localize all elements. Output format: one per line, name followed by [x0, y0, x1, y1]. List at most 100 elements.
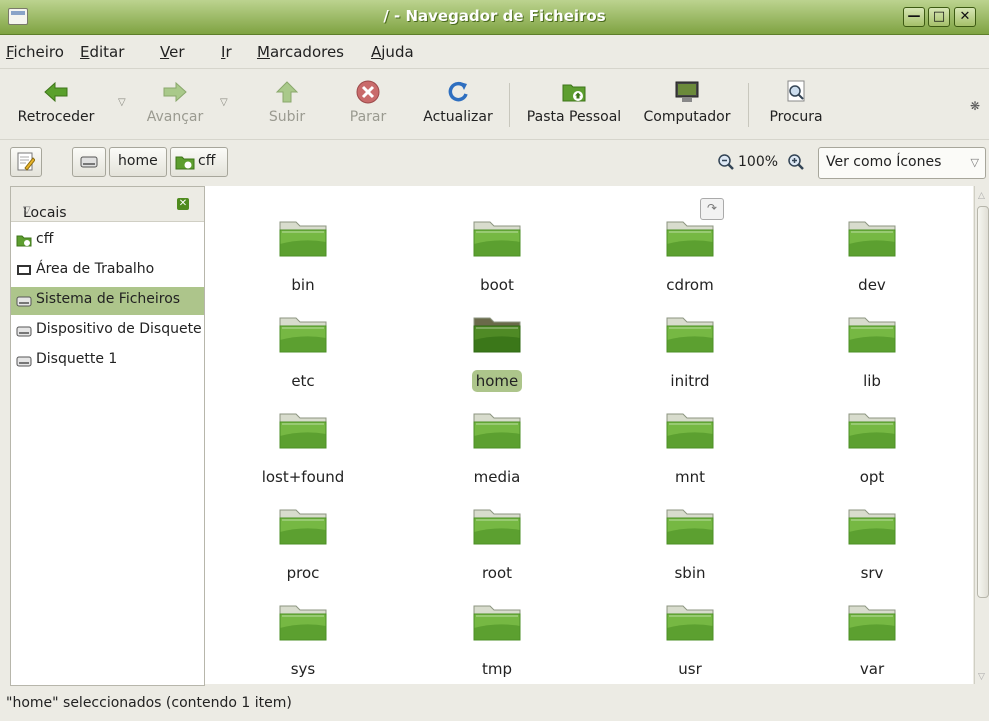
menu-label: r: [225, 43, 232, 61]
menu-ver[interactable]: Ver: [160, 43, 185, 61]
sidebar-item-label: Disquette 1: [36, 351, 118, 367]
folder-item[interactable]: opt: [797, 382, 947, 486]
view-mode-label: Ver como Ícones: [826, 154, 942, 170]
back-button[interactable]: Retroceder: [0, 69, 112, 139]
scroll-up-icon[interactable]: △: [978, 191, 985, 201]
folder-item[interactable]: etc: [228, 286, 378, 390]
folder-icon: [848, 605, 896, 641]
menu-ajuda[interactable]: Ajuda: [371, 43, 414, 61]
home-folder-icon: [16, 235, 32, 247]
menu-ir[interactable]: Ir: [221, 43, 232, 61]
breadcrumb-cff-button[interactable]: cff: [170, 147, 228, 177]
menu-label: er: [169, 43, 185, 61]
menu-label: icheiro: [13, 43, 64, 61]
breadcrumb-root-button[interactable]: [72, 147, 106, 177]
edit-icon: [17, 152, 35, 171]
folder-icon: [848, 413, 896, 449]
view-mode-select[interactable]: Ver como Ícones ▽: [818, 147, 986, 179]
icon-view[interactable]: bin boot cdrom dev etc home initrd lib lost+foun…: [205, 186, 973, 684]
folder-item[interactable]: root: [422, 478, 572, 582]
folder-icon: [666, 413, 714, 449]
sidebar-item[interactable]: Disquette 1: [11, 347, 204, 375]
menu-mnemonic: V: [160, 43, 170, 61]
back-label: Retroceder: [17, 109, 95, 125]
sidebar-item-label: Sistema de Ficheiros: [36, 291, 181, 307]
chevron-down-icon: ▽: [23, 205, 31, 216]
folder-icon: [473, 605, 521, 641]
folder-item[interactable]: srv: [797, 478, 947, 582]
folder-item[interactable]: lib: [797, 286, 947, 390]
folder-item[interactable]: usr: [615, 574, 765, 678]
maximize-button[interactable]: □: [928, 7, 950, 27]
folder-item[interactable]: initrd: [615, 286, 765, 390]
sidebar-item-label: Área de Trabalho: [36, 261, 155, 277]
status-bar: "home" seleccionados (contendo 1 item): [0, 685, 989, 721]
forward-arrow-icon: [163, 81, 187, 103]
sidebar-item[interactable]: cff: [11, 227, 204, 255]
computer-icon: [675, 81, 699, 102]
menu-label: arcadores: [269, 43, 345, 61]
folder-item[interactable]: tmp: [422, 574, 572, 678]
title-bar[interactable]: / - Navegador de Ficheiros — □ ✕: [0, 0, 989, 35]
toolbar: Retroceder ▽ Avançar ▽ Subir Parar Actua…: [0, 68, 989, 140]
scroll-down-icon[interactable]: ▽: [978, 672, 985, 682]
folder-name: var: [797, 660, 947, 678]
search-button[interactable]: Procura: [758, 69, 834, 139]
close-sidebar-icon[interactable]: ✕: [177, 198, 189, 210]
menu-editar[interactable]: Editar: [80, 43, 124, 61]
zoom-level: 100%: [738, 154, 779, 170]
drive-icon: [16, 326, 32, 337]
menu-ficheiro[interactable]: Ficheiro: [6, 43, 64, 61]
up-button[interactable]: Subir: [252, 69, 322, 139]
forward-history-dropdown[interactable]: ▽: [220, 97, 228, 108]
sidebar-header: Locais ▽ ✕: [11, 187, 204, 222]
menu-marcadores[interactable]: Marcadores: [257, 43, 344, 61]
breadcrumb-home-button[interactable]: home: [109, 147, 167, 177]
folder-item[interactable]: proc: [228, 478, 378, 582]
back-history-dropdown[interactable]: ▽: [118, 97, 126, 108]
folder-item[interactable]: lost+found: [228, 382, 378, 486]
folder-item[interactable]: boot: [422, 190, 572, 294]
folder-item[interactable]: bin: [228, 190, 378, 294]
folder-name: tmp: [422, 660, 572, 678]
toggle-location-entry-button[interactable]: [10, 147, 42, 177]
zoom-in-icon[interactable]: [788, 154, 804, 170]
computer-button[interactable]: Computador: [636, 69, 738, 139]
link-emblem-icon: ↷: [700, 198, 724, 220]
sidebar-item[interactable]: Área de Trabalho: [11, 257, 204, 285]
folder-icon: [666, 317, 714, 353]
folder-label: usr: [678, 660, 702, 678]
back-arrow-icon: [44, 81, 68, 103]
folder-icon: [279, 413, 327, 449]
folder-icon: [473, 413, 521, 449]
folder-label: tmp: [481, 660, 512, 678]
folder-icon: [473, 317, 521, 353]
home-folder-icon: [562, 84, 586, 102]
sidebar-item[interactable]: Sistema de Ficheiros: [11, 287, 204, 315]
drive-icon: [80, 156, 98, 168]
reload-button[interactable]: Actualizar: [414, 69, 502, 139]
home-folder-button[interactable]: Pasta Pessoal: [516, 69, 632, 139]
scrollbar-thumb[interactable]: [977, 206, 989, 598]
window-title: / - Navegador de Ficheiros: [383, 7, 606, 25]
zoom-out-icon[interactable]: [718, 154, 734, 170]
folder-item[interactable]: dev: [797, 190, 947, 294]
folder-icon: [666, 509, 714, 545]
folder-item[interactable]: media: [422, 382, 572, 486]
forward-button[interactable]: Avançar: [135, 69, 215, 139]
stop-button[interactable]: Parar: [337, 69, 399, 139]
folder-item[interactable]: mnt: [615, 382, 765, 486]
folder-icon: [666, 605, 714, 641]
folder-item[interactable]: cdrom: [615, 190, 765, 294]
close-button[interactable]: ✕: [954, 7, 976, 27]
folder-item[interactable]: var: [797, 574, 947, 678]
minimize-button[interactable]: —: [903, 7, 925, 27]
search-label: Procura: [769, 109, 823, 125]
folder-item[interactable]: home: [422, 286, 572, 392]
folder-item[interactable]: sbin: [615, 478, 765, 582]
folder-item[interactable]: sys: [228, 574, 378, 678]
folder-icon: [279, 221, 327, 257]
vertical-scrollbar[interactable]: △ ▽: [974, 186, 989, 684]
breadcrumb-home-label: home: [118, 153, 158, 169]
sidebar-item[interactable]: Dispositivo de Disquete: [11, 317, 204, 345]
